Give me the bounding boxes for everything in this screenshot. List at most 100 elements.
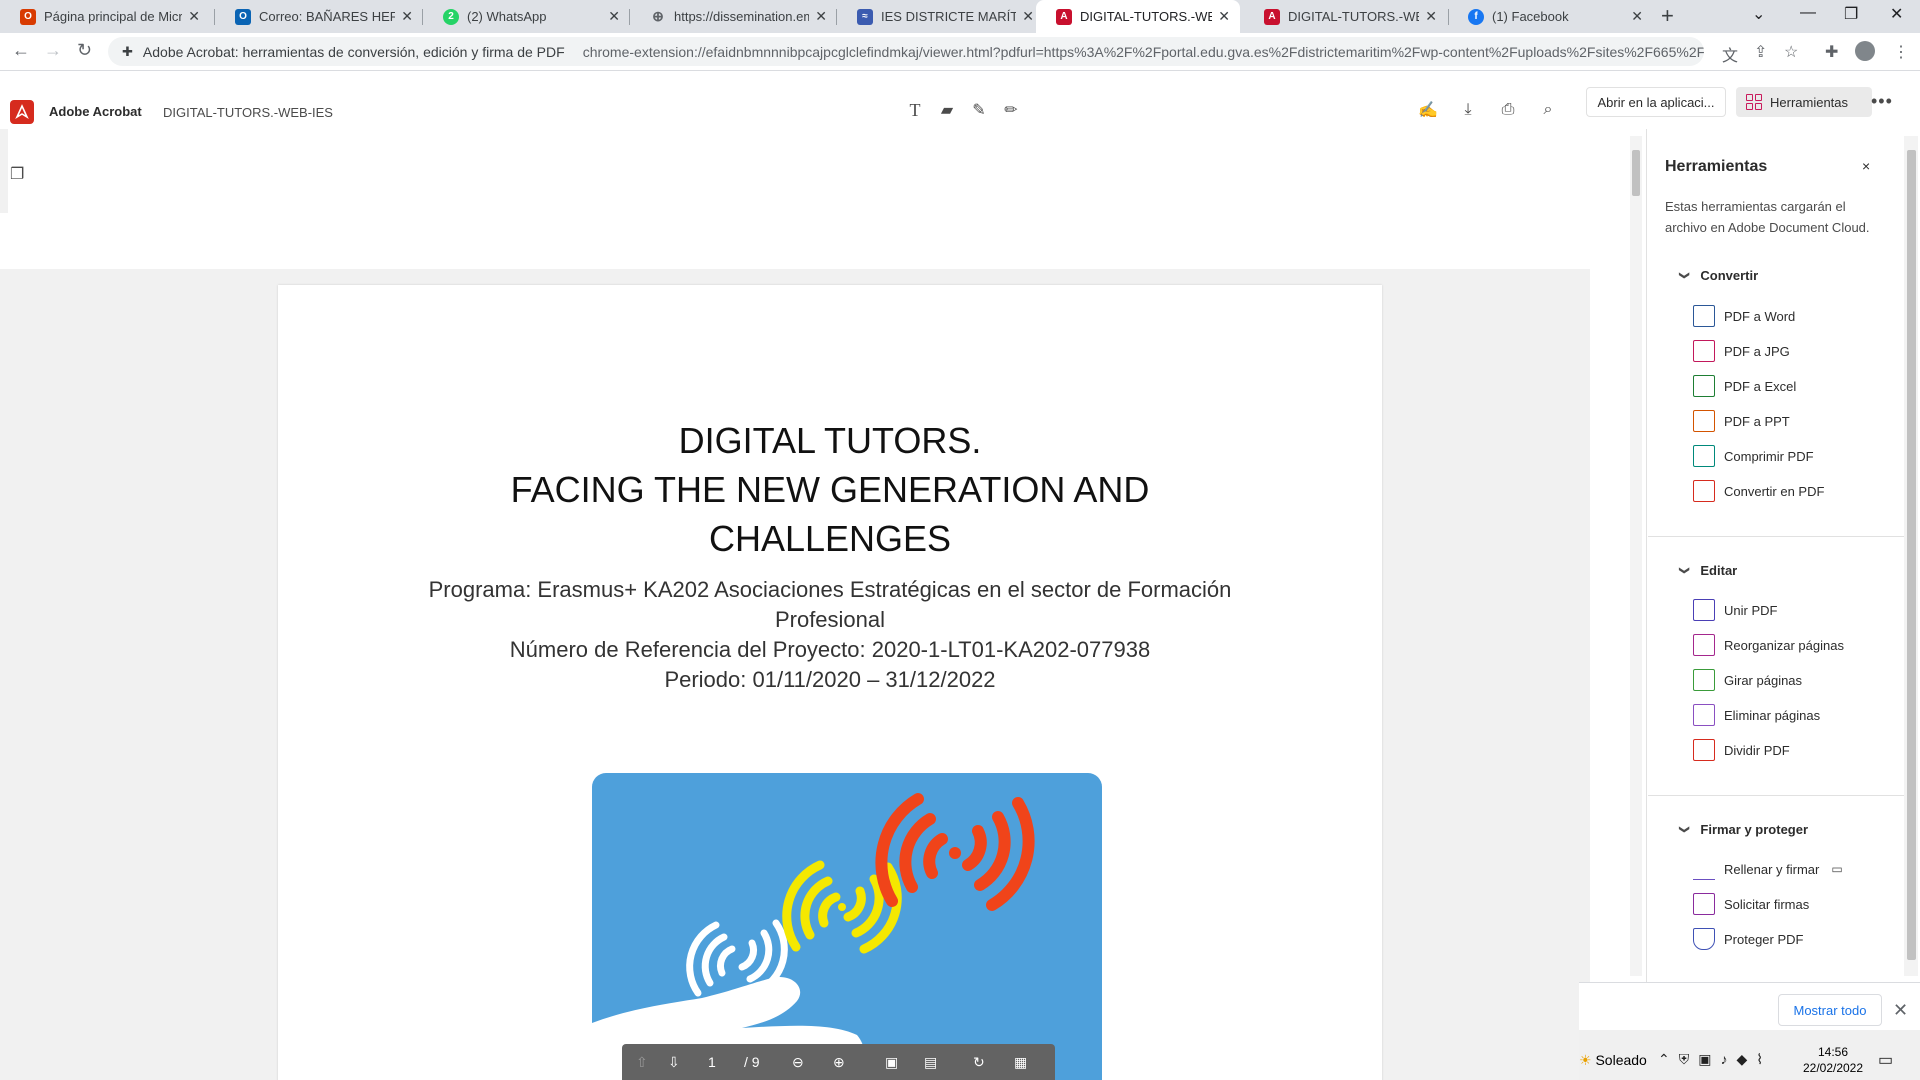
page-thumbnails-icon[interactable]: ❐: [10, 164, 24, 184]
close-tab-icon[interactable]: ✕: [608, 8, 620, 25]
browser-tab[interactable]: O Página principal de Micros ✕: [0, 0, 210, 33]
current-page-number[interactable]: 1: [708, 1054, 716, 1070]
tool-rotate-pages[interactable]: Girar páginas: [1693, 669, 1802, 691]
more-options-icon[interactable]: •••: [1871, 91, 1893, 112]
clock-date: 22/02/2022: [1802, 1061, 1864, 1075]
download-icon[interactable]: ⤓: [1456, 98, 1480, 122]
tool-fill-and-sign[interactable]: Rellenar y firmar ▭: [1693, 858, 1843, 880]
tool-pdf-to-ppt[interactable]: PDF a PPT: [1693, 410, 1790, 432]
browser-tab[interactable]: 2 (2) WhatsApp ✕: [423, 0, 630, 33]
tool-compress-pdf[interactable]: Comprimir PDF: [1693, 445, 1814, 467]
tab-title: (2) WhatsApp: [467, 9, 547, 24]
new-tab-button[interactable]: +: [1661, 3, 1674, 29]
tray-chevron-icon[interactable]: ⌃: [1658, 1051, 1679, 1067]
address-bar[interactable]: ✚ Adobe Acrobat: herramientas de convers…: [108, 37, 1704, 66]
subtitle-line: Periodo: 01/11/2020 – 31/12/2022: [664, 667, 996, 692]
chrome-menu-icon[interactable]: ⋮: [1893, 42, 1909, 62]
close-panel-button[interactable]: ×: [1862, 158, 1870, 174]
section-firmar-proteger[interactable]: ❯ Firmar y proteger: [1679, 822, 1809, 837]
section-convertir[interactable]: ❯ Convertir: [1679, 268, 1758, 283]
outlook-favicon-icon: O: [235, 8, 251, 25]
delete-page-icon: [1693, 704, 1715, 726]
section-editar[interactable]: ❯ Editar: [1678, 563, 1738, 578]
page-view-icon[interactable]: ▤: [924, 1054, 937, 1071]
fill-sign-icon[interactable]: ✍: [1416, 98, 1440, 122]
show-all-downloads-button[interactable]: Mostrar todo: [1778, 994, 1882, 1026]
tool-label: Eliminar páginas: [1724, 707, 1821, 723]
search-icon[interactable]: ⌕: [1536, 98, 1560, 122]
close-tab-icon[interactable]: ✕: [401, 8, 413, 25]
draw-pen-icon[interactable]: ✏: [999, 98, 1023, 122]
jpg-file-icon: [1693, 340, 1715, 362]
system-tray[interactable]: ⌃⛨▣♪◆⌇: [1658, 1051, 1772, 1068]
tools-panel-scrollbar[interactable]: [1904, 136, 1918, 976]
close-tab-icon[interactable]: ✕: [1218, 8, 1230, 25]
back-arrow-icon[interactable]: ←: [12, 40, 30, 61]
comment-icon[interactable]: ▰: [935, 98, 959, 122]
section-label: Firmar y proteger: [1700, 822, 1809, 837]
open-in-app-button[interactable]: Abrir en la aplicaci...: [1586, 87, 1726, 117]
wifi-icon[interactable]: ⌇: [1756, 1051, 1772, 1067]
close-tab-icon[interactable]: ✕: [1425, 8, 1437, 25]
tool-protect-pdf[interactable]: Proteger PDF: [1693, 928, 1803, 950]
tool-convert-to-pdf[interactable]: Convertir en PDF: [1693, 480, 1824, 502]
close-tab-icon[interactable]: ✕: [1022, 8, 1034, 25]
zoom-out-icon[interactable]: ⊖: [792, 1054, 804, 1071]
browser-tab[interactable]: A DIGITAL-TUTORS.-WEB-IES ✕: [1244, 0, 1447, 33]
browser-tab[interactable]: ≈ IES DISTRICTE MARÍTIM – ✕: [837, 0, 1044, 33]
minimize-button[interactable]: —: [1800, 4, 1816, 22]
tool-request-signatures[interactable]: Solicitar firmas: [1693, 893, 1809, 915]
browser-tab-active[interactable]: A DIGITAL-TUTORS.-WEB-IES ✕: [1036, 0, 1240, 33]
reading-mode-icon[interactable]: ▦: [1014, 1054, 1027, 1071]
close-tab-icon[interactable]: ✕: [188, 8, 200, 25]
tool-pdf-to-excel[interactable]: PDF a Excel: [1693, 375, 1796, 397]
digital-tutors-logo-image: [592, 773, 1102, 1080]
fit-page-icon[interactable]: ▣: [885, 1054, 898, 1071]
reload-icon[interactable]: ↻: [77, 40, 92, 61]
fill-sign-pen-icon: [1693, 858, 1715, 880]
tool-organize-pages[interactable]: Reorganizar páginas: [1693, 634, 1844, 656]
close-tab-icon[interactable]: ✕: [1631, 8, 1643, 25]
browser-tab[interactable]: O Correo: BAÑARES HERNAN ✕: [215, 0, 423, 33]
dropbox-icon[interactable]: ◆: [1736, 1051, 1756, 1067]
tool-label: Proteger PDF: [1724, 931, 1804, 947]
close-download-bar-icon[interactable]: ✕: [1893, 1000, 1908, 1021]
tool-delete-pages[interactable]: Eliminar páginas: [1693, 704, 1820, 726]
translate-icon[interactable]: 文: [1722, 42, 1738, 66]
browser-tab[interactable]: f (1) Facebook ✕: [1448, 0, 1653, 33]
previous-page-icon[interactable]: ⇧: [636, 1054, 648, 1071]
viewer-scrollbar-side[interactable]: [1630, 136, 1642, 976]
share-icon[interactable]: ⇪: [1754, 42, 1767, 62]
chevron-down-icon: ❯: [1678, 566, 1690, 575]
viewer-scrollbar[interactable]: [1580, 269, 1590, 1080]
browser-tab[interactable]: ⊕ https://dissemination.emu ✕: [630, 0, 837, 33]
add-text-icon[interactable]: T: [903, 98, 927, 122]
notifications-icon[interactable]: ▭: [1878, 1050, 1893, 1070]
weather-widget[interactable]: ☀ Soleado: [1579, 1052, 1647, 1069]
tool-pdf-to-jpg[interactable]: PDF a JPG: [1693, 340, 1790, 362]
extensions-puzzle-icon[interactable]: ✚: [1825, 42, 1838, 62]
tool-label: PDF a PPT: [1724, 413, 1790, 429]
forward-arrow-icon[interactable]: →: [44, 40, 62, 61]
tab-search-chevron-icon[interactable]: ⌄: [1752, 4, 1765, 24]
tool-merge-pdf[interactable]: Unir PDF: [1693, 599, 1777, 621]
close-tab-icon[interactable]: ✕: [815, 8, 827, 25]
tool-split-pdf[interactable]: Dividir PDF: [1693, 739, 1790, 761]
rotate-icon[interactable]: ↻: [973, 1054, 985, 1071]
meet-now-icon[interactable]: ▣: [1698, 1051, 1720, 1067]
zoom-in-icon[interactable]: ⊕: [833, 1054, 845, 1071]
maximize-button[interactable]: ❐: [1844, 4, 1858, 24]
tool-pdf-to-word[interactable]: PDF a Word: [1693, 305, 1795, 327]
clock-time: 14:56: [1817, 1045, 1849, 1059]
volume-icon[interactable]: ♪: [1720, 1051, 1736, 1067]
profile-avatar[interactable]: [1855, 41, 1875, 61]
next-page-icon[interactable]: ⇩: [668, 1054, 680, 1071]
highlight-icon[interactable]: ✎: [967, 98, 991, 122]
print-icon[interactable]: ⎙: [1496, 98, 1520, 122]
taskbar-clock[interactable]: 14:56 22/02/2022: [1800, 1044, 1866, 1076]
close-window-button[interactable]: ✕: [1890, 4, 1903, 24]
bookmark-star-icon[interactable]: ☆: [1784, 42, 1798, 62]
security-shield-icon[interactable]: ⛨: [1679, 1051, 1699, 1067]
tools-button[interactable]: Herramientas: [1736, 87, 1872, 117]
acrobat-toolbar: [0, 213, 1580, 269]
